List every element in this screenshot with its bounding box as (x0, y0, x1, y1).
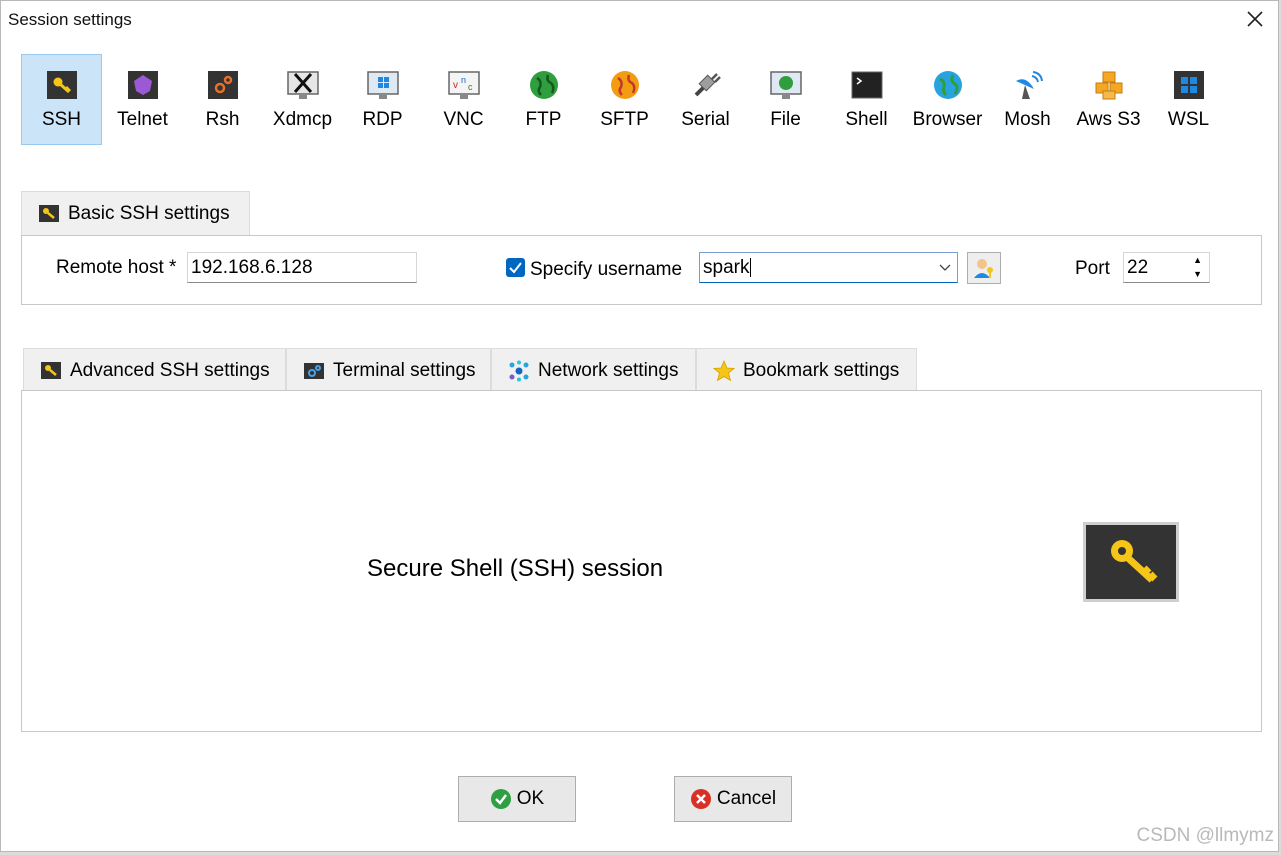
mosh-satellite-icon (1015, 71, 1043, 99)
title-bar: Session settings (1, 1, 1278, 37)
sftp-globe-icon (610, 71, 639, 99)
ok-button[interactable]: OK (458, 776, 576, 822)
tab-label: Terminal settings (333, 359, 476, 381)
protocol-rsh[interactable]: Rsh (182, 54, 263, 145)
protocol-label: Mosh (1004, 109, 1051, 130)
protocol-xdmcp[interactable]: Xdmcp (262, 54, 343, 145)
shell-terminal-icon (851, 71, 882, 99)
tab-advanced-ssh-settings[interactable]: Advanced SSH settings (23, 348, 286, 392)
cancel-circle-icon (690, 789, 711, 809)
terminal-gear-icon (304, 362, 324, 379)
protocol-label: Rsh (205, 109, 240, 130)
protocol-label: SFTP (600, 109, 649, 130)
network-icon (509, 360, 529, 381)
close-icon (1247, 11, 1263, 27)
protocol-vnc[interactable]: v n c VNC (423, 54, 504, 145)
wsl-windows-icon (1173, 71, 1204, 99)
tab-label: Bookmark settings (743, 359, 900, 381)
ok-label: OK (516, 788, 545, 809)
key-icon (46, 71, 77, 99)
protocol-label: VNC (443, 109, 484, 130)
svg-text:v: v (453, 80, 458, 91)
tab-network-settings[interactable]: Network settings (491, 348, 696, 392)
rdp-icon (366, 71, 399, 99)
aws-s3-cubes-icon (1095, 71, 1122, 100)
protocol-label: Telnet (117, 109, 168, 130)
protocol-browser[interactable]: Browser (907, 54, 988, 145)
protocol-label: SSH (41, 109, 82, 130)
svg-text:n: n (461, 75, 466, 85)
protocol-sftp[interactable]: SFTP (584, 54, 665, 145)
specify-username-checkbox[interactable] (506, 258, 525, 277)
protocol-aws-s3[interactable]: Aws S3 (1068, 54, 1149, 145)
protocol-toolbar: SSH Telnet Rsh Xdmcp RDP v n c VNC FTP S… (21, 54, 1241, 145)
username-combobox[interactable]: spark (699, 252, 958, 283)
tab-basic-ssh-settings[interactable]: Basic SSH settings (21, 191, 250, 235)
remote-host-input[interactable]: 192.168.6.128 (187, 252, 417, 283)
cancel-label: Cancel (716, 788, 777, 809)
port-value: 22 (1127, 257, 1149, 278)
key-icon (39, 204, 59, 222)
browser-globe-icon (933, 71, 962, 99)
cancel-button[interactable]: Cancel (674, 776, 792, 822)
protocol-wsl[interactable]: WSL (1148, 54, 1229, 145)
spinner-down-icon[interactable]: ▼ (1193, 269, 1202, 279)
window-title: Session settings (8, 10, 132, 29)
tab-label: Network settings (538, 359, 679, 381)
settings-detail-panel: Secure Shell (SSH) session (21, 390, 1262, 732)
protocol-label: Xdmcp (272, 109, 333, 130)
port-label: Port (1075, 258, 1110, 279)
specify-username-label: Specify username (530, 259, 683, 280)
protocol-label: Browser (912, 109, 983, 130)
session-settings-dialog: Session settings SSH Telnet Rsh Xdmcp RD… (0, 0, 1279, 852)
checkmark-icon (509, 262, 522, 274)
key-icon (1111, 540, 1158, 583)
protocol-label: FTP (525, 109, 562, 130)
protocol-ssh[interactable]: SSH (21, 54, 102, 145)
protocol-label: RDP (362, 109, 403, 130)
vnc-icon: v n c (447, 71, 480, 99)
tab-label: Advanced SSH settings (70, 359, 270, 381)
remote-host-label: Remote host * (56, 257, 177, 278)
ssh-key-graphic (1083, 522, 1179, 602)
protocol-label: File (770, 109, 801, 130)
key-icon (41, 361, 61, 379)
ftp-globe-icon (529, 71, 558, 99)
telnet-icon (127, 71, 158, 99)
protocol-ftp[interactable]: FTP (503, 54, 584, 145)
close-button[interactable] (1232, 1, 1278, 37)
protocol-label: Serial (681, 109, 730, 130)
session-description: Secure Shell (SSH) session (367, 555, 664, 582)
xdmcp-icon (286, 71, 319, 99)
protocol-rdp[interactable]: RDP (342, 54, 423, 145)
chevron-down-icon (939, 264, 951, 271)
svg-text:c: c (468, 82, 473, 92)
basic-settings-panel: Remote host * 192.168.6.128 Specify user… (21, 235, 1262, 305)
tab-label: Basic SSH settings (68, 202, 230, 224)
protocol-label: Aws S3 (1076, 109, 1141, 130)
protocol-mosh[interactable]: Mosh (987, 54, 1068, 145)
tab-terminal-settings[interactable]: Terminal settings (286, 348, 491, 392)
rsh-icon (207, 71, 238, 99)
protocol-file[interactable]: File (745, 54, 826, 145)
user-manager-button[interactable] (967, 252, 1001, 284)
protocol-label: Shell (845, 109, 888, 130)
check-circle-icon (490, 789, 511, 809)
tab-bookmark-settings[interactable]: Bookmark settings (696, 348, 917, 392)
protocol-telnet[interactable]: Telnet (102, 54, 183, 145)
star-icon (713, 359, 735, 381)
protocol-label: WSL (1167, 109, 1210, 130)
dialog-body: SSH Telnet Rsh Xdmcp RDP v n c VNC FTP S… (1, 37, 1278, 851)
serial-plug-icon (694, 73, 721, 97)
spinner-up-icon[interactable]: ▲ (1193, 255, 1202, 265)
file-monitor-icon (769, 71, 802, 99)
user-key-icon (974, 259, 993, 278)
protocol-serial[interactable]: Serial (665, 54, 746, 145)
username-value: spark (703, 257, 750, 278)
watermark: CSDN @llmymz (1136, 825, 1275, 846)
port-spinner[interactable]: 22 ▲ ▼ (1123, 252, 1210, 283)
protocol-shell[interactable]: Shell (826, 54, 907, 145)
